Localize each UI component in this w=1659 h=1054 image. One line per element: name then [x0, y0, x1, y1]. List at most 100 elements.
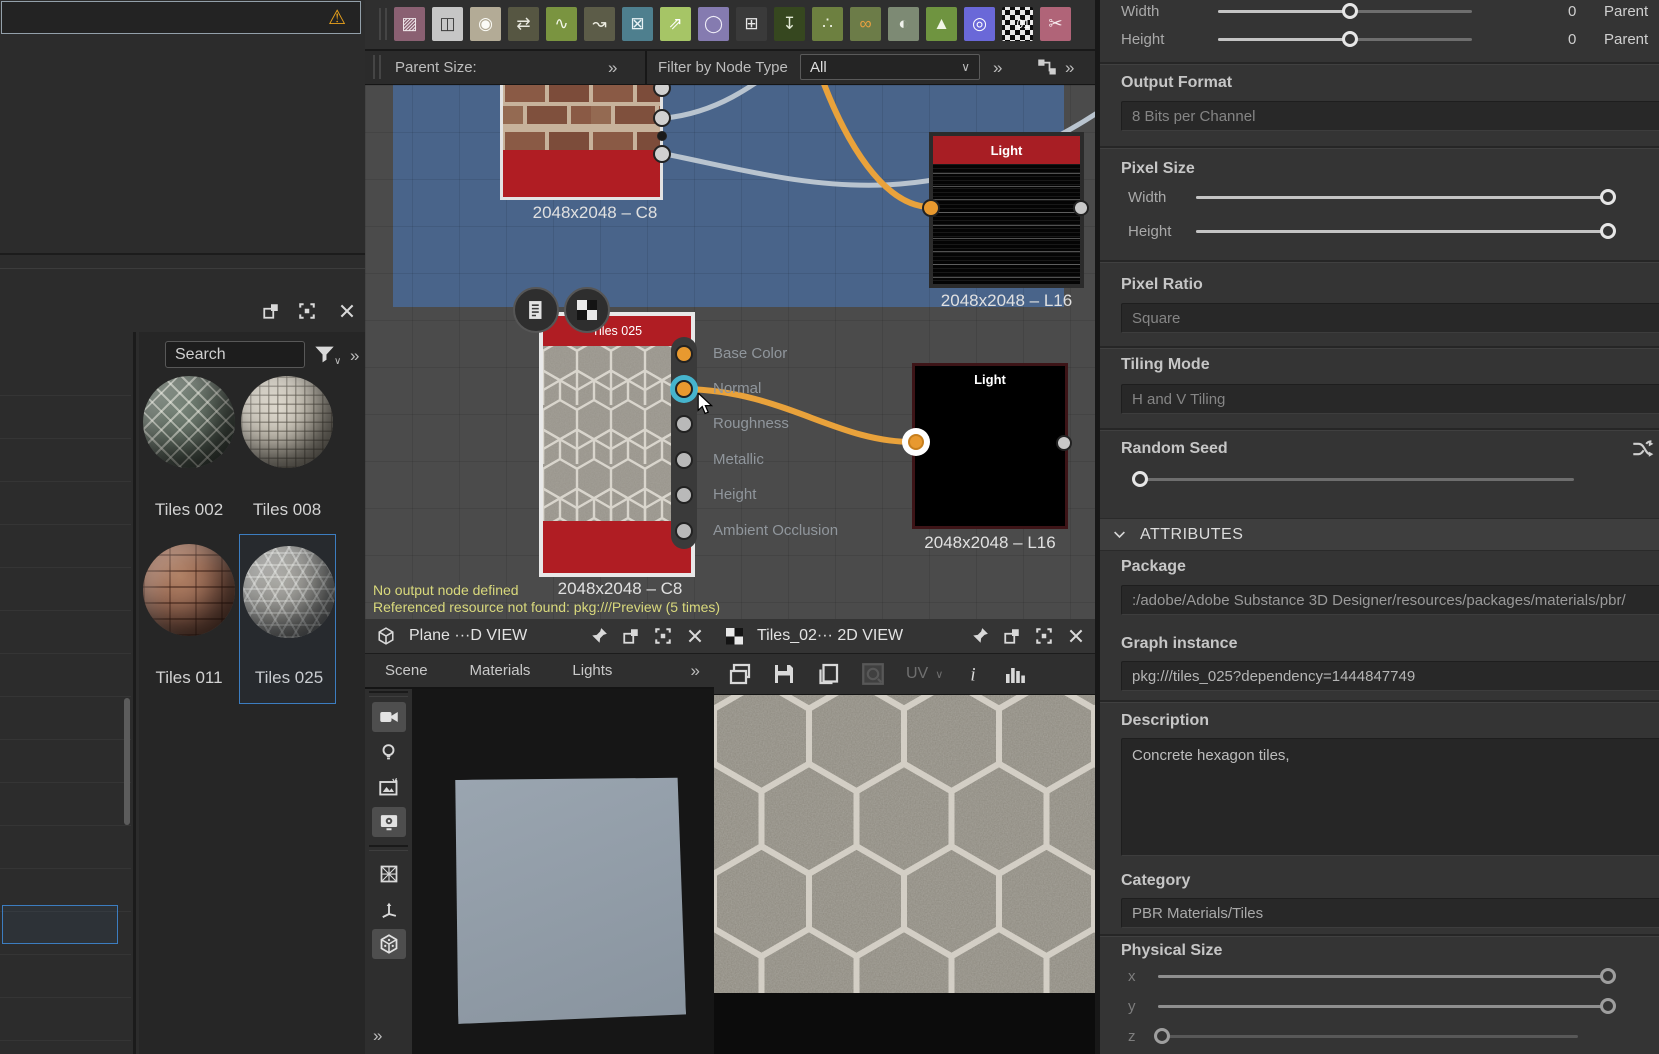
- light-top-input-pin[interactable]: [922, 199, 940, 217]
- shape-node-icon[interactable]: ◯: [698, 7, 729, 41]
- tiles-output-pin-base-color[interactable]: [675, 345, 693, 363]
- explorer-library-divider[interactable]: [133, 332, 136, 1054]
- base-height-parent-button[interactable]: Parent: [1604, 31, 1648, 48]
- output-format-field[interactable]: 8 Bits per Channel: [1121, 101, 1659, 131]
- view2d-header[interactable]: Tiles_02··· 2D VIEW: [714, 619, 1095, 654]
- curve-node-icon[interactable]: ∿: [546, 7, 577, 41]
- explorer-row[interactable]: [0, 567, 131, 611]
- tab-lights[interactable]: Lights: [572, 662, 612, 679]
- float-icon[interactable]: [622, 627, 640, 645]
- base-height-slider[interactable]: [1218, 38, 1472, 41]
- maximize-icon[interactable]: [1035, 627, 1053, 645]
- parent-size-more-button[interactable]: »: [608, 58, 617, 78]
- description-textarea[interactable]: Concrete hexagon tiles,: [1121, 738, 1659, 856]
- explorer-row[interactable]: [0, 653, 131, 697]
- tiles-output-pin-height[interactable]: [675, 486, 693, 504]
- tiles-output-pin-normal[interactable]: [675, 380, 693, 398]
- explorer-row[interactable]: [0, 352, 131, 396]
- pin-icon[interactable]: [971, 627, 989, 645]
- random-seed-slider[interactable]: [1136, 478, 1574, 481]
- weave-node-icon[interactable]: ∞: [850, 7, 881, 41]
- graph-link-icon[interactable]: [1037, 57, 1057, 82]
- light-bottom-output-pin[interactable]: [1056, 435, 1072, 451]
- save-icon[interactable]: [772, 662, 796, 686]
- pin-icon[interactable]: [590, 627, 608, 645]
- gradient-map-node-icon[interactable]: ◎: [964, 7, 995, 41]
- blur-node-icon[interactable]: ◉: [470, 7, 501, 41]
- base-width-parent-button[interactable]: Parent: [1604, 3, 1648, 20]
- camera-tool-button[interactable]: [372, 702, 406, 732]
- material-item-tiles-011[interactable]: [143, 544, 235, 636]
- view2d-texture[interactable]: [714, 695, 1095, 993]
- explorer-row[interactable]: [0, 696, 131, 740]
- light-node-bottom[interactable]: Light: [912, 363, 1068, 529]
- parameters-doc-button[interactable]: [513, 287, 559, 333]
- scatter-node-icon[interactable]: ∴: [812, 7, 843, 41]
- directional-warp-node-icon[interactable]: ↝: [584, 7, 615, 41]
- bar-grip[interactable]: [373, 55, 381, 79]
- base-height-value[interactable]: 0: [1568, 31, 1576, 48]
- environment-tool-button[interactable]: [372, 772, 406, 802]
- explorer-scrollbar[interactable]: [124, 698, 130, 825]
- pixel-size-height-slider[interactable]: [1196, 230, 1612, 233]
- tab-materials[interactable]: Materials: [470, 662, 531, 679]
- scene-cube-button[interactable]: [372, 929, 406, 959]
- physical-y-slider[interactable]: [1158, 1005, 1612, 1008]
- explorer-row[interactable]: [0, 825, 131, 869]
- explorer-row[interactable]: [0, 610, 131, 654]
- package-field[interactable]: :/adobe/Adobe Substance 3D Designer/reso…: [1121, 585, 1659, 615]
- transform-icon[interactable]: [860, 661, 886, 687]
- explorer-row[interactable]: [0, 997, 131, 1041]
- light-top-output-pin[interactable]: [1073, 200, 1089, 216]
- float-icon[interactable]: [1003, 627, 1021, 645]
- histogram-scan-node-icon[interactable]: ▲: [926, 7, 957, 41]
- explorer-row[interactable]: [0, 438, 131, 482]
- library-float-icon[interactable]: [262, 302, 280, 325]
- brick-node[interactable]: [500, 85, 663, 200]
- display-settings-button[interactable]: [372, 807, 406, 837]
- explorer-selected-row[interactable]: [2, 905, 118, 944]
- node-graph-canvas[interactable]: 2048x2048 – C8 Light 2048x2048 – L16 Til…: [365, 85, 1095, 619]
- pixel-ratio-field[interactable]: Square: [1121, 303, 1659, 333]
- height-blend-node-icon[interactable]: ↧: [774, 7, 805, 41]
- splatter-node-icon[interactable]: ✂: [1040, 7, 1071, 41]
- tiling-mode-field[interactable]: H and V Tiling: [1121, 384, 1659, 414]
- material-item-tiles-008[interactable]: [241, 376, 333, 468]
- explorer-row[interactable]: [0, 524, 131, 568]
- top-left-message-box[interactable]: ⚠: [1, 1, 361, 34]
- slope-blur-node-icon[interactable]: ⇗: [660, 7, 691, 41]
- usage-checker-button[interactable]: [564, 287, 610, 333]
- graph-instance-field[interactable]: pkg:///tiles_025?dependency=1444847749: [1121, 661, 1659, 691]
- pixel-size-width-slider[interactable]: [1196, 196, 1612, 199]
- material-item-tiles-002[interactable]: [143, 376, 235, 468]
- maximize-icon[interactable]: [654, 627, 672, 645]
- toolbar-grip[interactable]: [379, 8, 387, 40]
- bar-overflow-button[interactable]: »: [1065, 58, 1074, 78]
- close-icon[interactable]: [1067, 627, 1085, 645]
- filter-funnel-icon[interactable]: [314, 344, 335, 370]
- info-icon[interactable]: i: [963, 662, 983, 686]
- library-more-button[interactable]: »: [350, 346, 359, 366]
- physical-x-slider[interactable]: [1158, 975, 1612, 978]
- view3d-viewport[interactable]: [412, 689, 714, 1054]
- explorer-row[interactable]: [0, 739, 131, 783]
- geometry-tool-button[interactable]: [372, 859, 406, 889]
- transformation-node-icon[interactable]: ⊠: [622, 7, 653, 41]
- search-input[interactable]: Search: [165, 341, 305, 368]
- view3d-header[interactable]: Plane ···D VIEW: [365, 619, 714, 654]
- tab-scene[interactable]: Scene: [385, 662, 428, 679]
- brick-input-pin[interactable]: [657, 131, 667, 141]
- tiles-output-pin-metallic[interactable]: [675, 451, 693, 469]
- axes-tool-button[interactable]: [372, 894, 406, 924]
- explorer-row[interactable]: [0, 1040, 131, 1054]
- tile-sampler-node-icon[interactable]: ⊞: [736, 7, 767, 41]
- library-close-icon[interactable]: [338, 302, 356, 325]
- category-field[interactable]: PBR Materials/Tiles: [1121, 898, 1659, 928]
- view3d-toolbar-overflow[interactable]: »: [373, 1026, 382, 1046]
- close-icon[interactable]: [686, 627, 704, 645]
- library-maximize-icon[interactable]: [298, 302, 316, 325]
- filter-more-button[interactable]: »: [993, 58, 1002, 78]
- blend-node-icon[interactable]: ◫: [432, 7, 463, 41]
- brick-output-pin[interactable]: [653, 109, 671, 127]
- base-width-slider[interactable]: [1218, 10, 1472, 13]
